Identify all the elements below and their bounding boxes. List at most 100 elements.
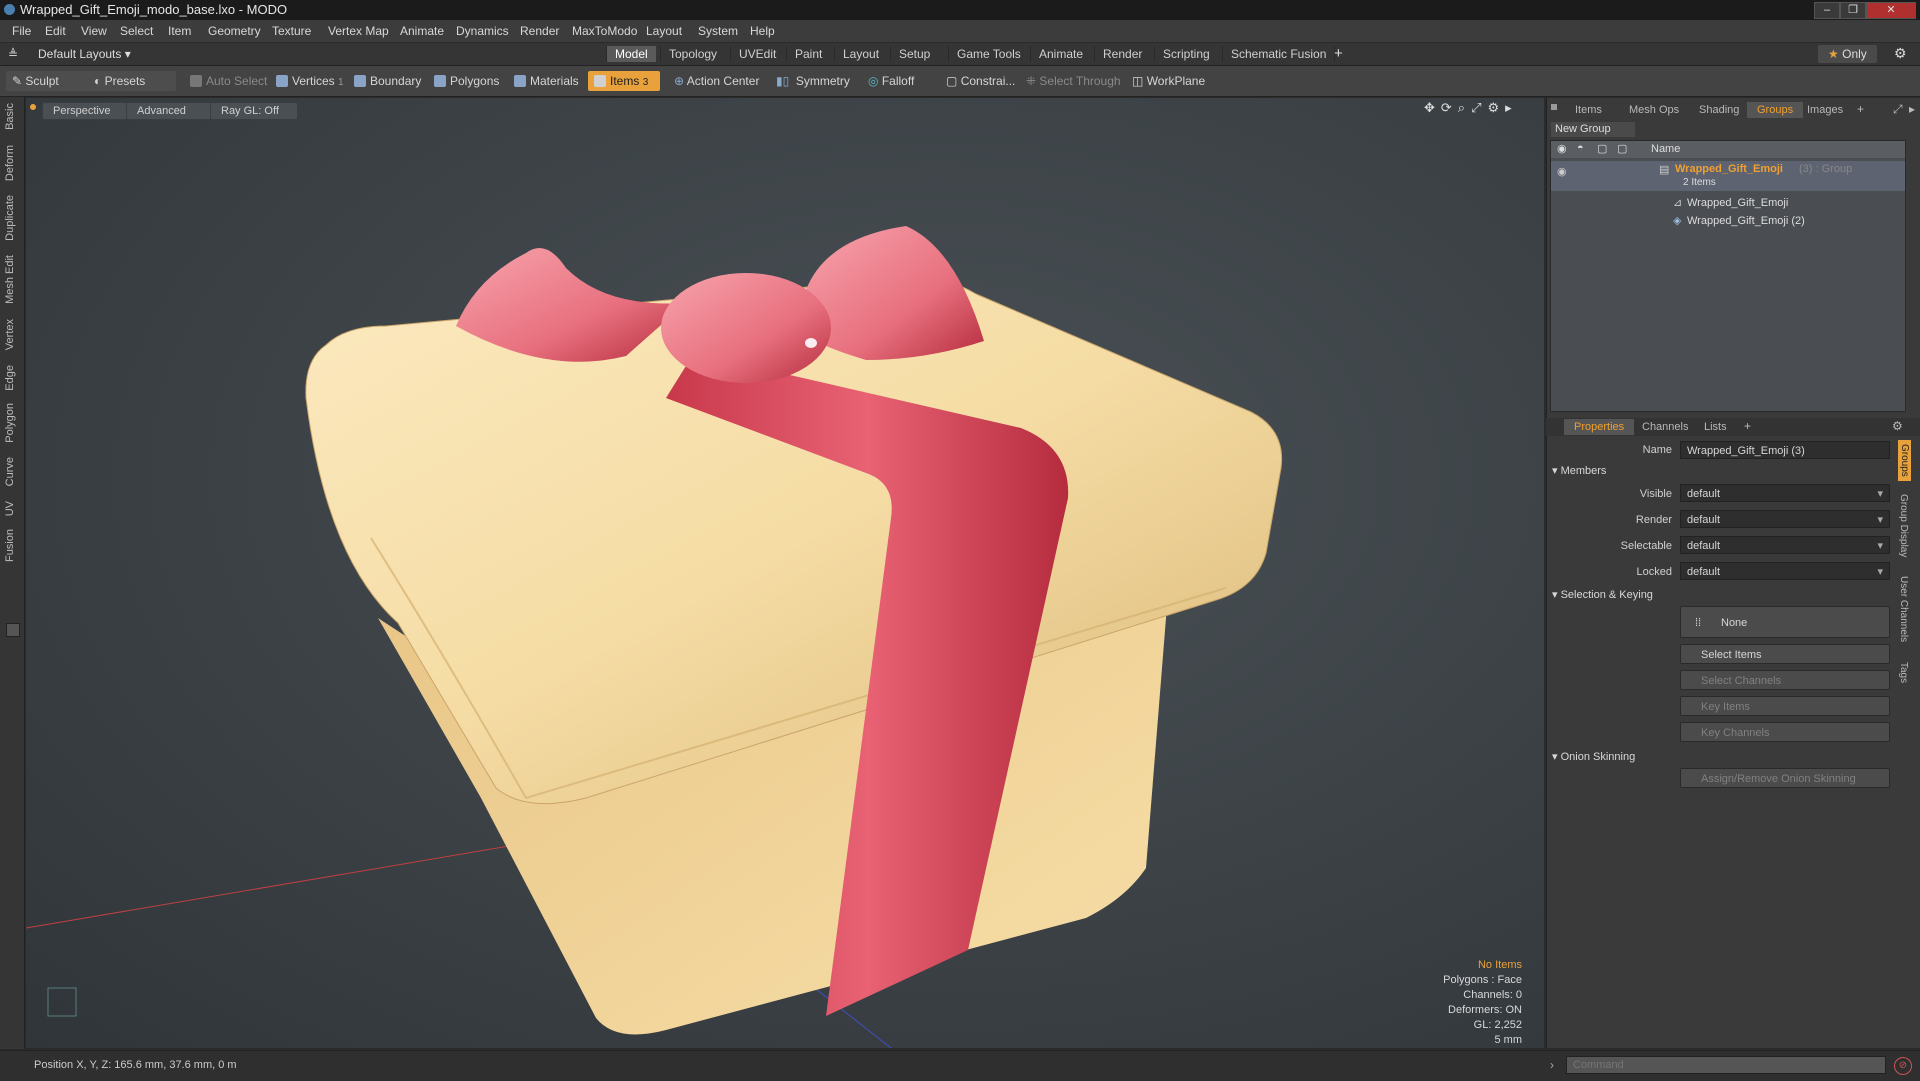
onion-skinning-button[interactable]: Assign/Remove Onion Skinning (1680, 768, 1890, 788)
tab-setup[interactable]: Setup (890, 46, 938, 62)
members-section[interactable]: ▾ Members (1552, 464, 1606, 477)
gear-icon[interactable]: ⚙ (1894, 45, 1907, 62)
eye-icon[interactable]: ◉ (1557, 142, 1567, 155)
tab-images[interactable]: Images (1797, 102, 1853, 118)
left-tab-uv[interactable]: UV (4, 501, 16, 516)
key-channels-button[interactable]: Key Channels (1680, 722, 1890, 742)
command-stop-icon[interactable]: ⊘ (1894, 1057, 1912, 1075)
layouts-dropdown[interactable]: Default Layouts ▾ (38, 47, 131, 61)
group-name[interactable]: Wrapped_Gift_Emoji (1675, 163, 1783, 175)
left-tab-curve[interactable]: Curve (4, 457, 16, 486)
panel-arrow-icon[interactable]: ▸ (1909, 102, 1915, 116)
workplane-button[interactable]: ◫ WorkPlane (1126, 71, 1211, 91)
items-button[interactable]: Items 3 (588, 71, 660, 91)
left-tab-deform[interactable]: Deform (4, 145, 16, 181)
vertices-button[interactable]: Vertices 1 (270, 71, 350, 91)
tab-layout[interactable]: Layout (834, 46, 887, 62)
tab-properties[interactable]: Properties (1564, 419, 1635, 435)
key-items-button[interactable]: Key Items (1680, 696, 1890, 716)
menu-edit[interactable]: Edit (45, 24, 66, 38)
lock-icon[interactable]: ▢ (1597, 142, 1607, 155)
menu-file[interactable]: File (12, 24, 31, 38)
visible-select[interactable]: default ▾ (1680, 484, 1890, 502)
minimize-button[interactable]: – (1814, 2, 1840, 19)
menu-dynamics[interactable]: Dynamics (456, 24, 509, 38)
select-through-button[interactable]: ⁜ Select Through (1020, 71, 1127, 91)
side-tab-group-display[interactable]: Group Display (1898, 494, 1909, 557)
falloff-button[interactable]: ◎ Falloff (862, 71, 920, 91)
visibility-toggle-icon[interactable]: ◉ (1557, 165, 1567, 178)
menu-vertex-map[interactable]: Vertex Map (328, 24, 389, 38)
expand-icon[interactable]: ⤢ (1893, 102, 1903, 117)
maximize-button[interactable]: ❐ (1840, 2, 1866, 19)
tab-mesh-ops[interactable]: Mesh Ops (1619, 102, 1689, 118)
groups-list[interactable]: ◉ ◓ ▢ ▢ Name ◉ ▤ Wrapped_Gift_Emoji (3) … (1550, 140, 1906, 412)
menu-system[interactable]: System (698, 24, 738, 38)
command-input[interactable] (1566, 1056, 1886, 1074)
menu-view[interactable]: View (81, 24, 107, 38)
panel-menu-icon[interactable] (1551, 104, 1557, 110)
side-tab-user-channels[interactable]: User Channels (1898, 576, 1909, 642)
list-item[interactable]: ⊿ Wrapped_Gift_Emoji (1551, 195, 1905, 212)
selection-keying-section[interactable]: ▾ Selection & Keying (1552, 588, 1653, 601)
materials-button[interactable]: Materials (508, 71, 585, 91)
menu-geometry[interactable]: Geometry (208, 24, 261, 38)
tab-paint[interactable]: Paint (786, 46, 830, 62)
left-tab-toggle[interactable] (6, 623, 20, 637)
left-tab-edge[interactable]: Edge (4, 365, 16, 391)
menu-animate[interactable]: Animate (400, 24, 444, 38)
add-panel-tab-icon[interactable]: + (1857, 102, 1864, 116)
add-properties-tab-icon[interactable]: + (1744, 419, 1751, 433)
name-column-header[interactable]: Name (1651, 143, 1680, 155)
tab-render[interactable]: Render (1094, 46, 1150, 62)
left-tab-mesh-edit[interactable]: Mesh Edit (4, 255, 16, 304)
tab-animate[interactable]: Animate (1030, 46, 1091, 62)
member-name[interactable]: Wrapped_Gift_Emoji (1687, 197, 1788, 209)
left-tab-duplicate[interactable]: Duplicate (4, 195, 16, 241)
menu-layout[interactable]: Layout (646, 24, 682, 38)
menu-item[interactable]: Item (168, 24, 191, 38)
boundary-button[interactable]: Boundary (348, 71, 427, 91)
symmetry-button[interactable]: ▮▯ Symmetry (770, 71, 856, 91)
left-tab-basic[interactable]: Basic (4, 103, 16, 130)
tab-game-tools[interactable]: Game Tools (948, 46, 1029, 62)
render-icon[interactable]: ◓ (1577, 142, 1584, 154)
properties-settings-icon[interactable]: ⚙ (1892, 419, 1903, 433)
tab-lists[interactable]: Lists (1694, 419, 1737, 435)
list-item-group[interactable]: ◉ ▤ Wrapped_Gift_Emoji (3) : Group 2 Ite… (1551, 161, 1905, 191)
left-tab-vertex[interactable]: Vertex (4, 319, 16, 350)
menu-select[interactable]: Select (120, 24, 153, 38)
menu-help[interactable]: Help (750, 24, 775, 38)
left-tab-polygon[interactable]: Polygon (4, 403, 16, 443)
select-items-button[interactable]: Select Items (1680, 644, 1890, 664)
tab-uvedit[interactable]: UVEdit (730, 46, 784, 62)
side-tab-groups[interactable]: Groups (1898, 440, 1911, 481)
tab-groups[interactable]: Groups (1747, 102, 1804, 118)
member-name[interactable]: Wrapped_Gift_Emoji (2) (1687, 215, 1805, 227)
onion-skinning-section[interactable]: ▾ Onion Skinning (1552, 750, 1635, 763)
locked-select[interactable]: default ▾ (1680, 562, 1890, 580)
only-toggle[interactable]: ★ Only (1818, 45, 1877, 63)
name-field[interactable]: Wrapped_Gift_Emoji (3) (1680, 441, 1890, 459)
selectable-select[interactable]: default ▾ (1680, 536, 1890, 554)
left-tab-fusion[interactable]: Fusion (4, 529, 16, 562)
tab-channels[interactable]: Channels (1632, 419, 1698, 435)
add-tab-icon[interactable]: + (1334, 45, 1343, 62)
sculpt-button[interactable]: ✎ Sculpt (6, 71, 94, 91)
list-item[interactable]: ◈ Wrapped_Gift_Emoji (2) (1551, 213, 1905, 230)
tab-model[interactable]: Model (606, 46, 656, 62)
close-button[interactable]: ✕ (1866, 2, 1916, 19)
presets-button[interactable]: ◐ Presets (88, 71, 176, 91)
tab-items[interactable]: Items (1565, 102, 1612, 118)
tab-scripting[interactable]: Scripting (1154, 46, 1218, 62)
menu-render[interactable]: Render (520, 24, 559, 38)
tab-topology[interactable]: Topology (660, 46, 725, 62)
action-center-button[interactable]: ⊕ Action Center (668, 71, 765, 91)
tab-shading[interactable]: Shading (1689, 102, 1749, 118)
constraints-button[interactable]: ▢ Constrai... (940, 71, 1021, 91)
select-icon[interactable]: ▢ (1617, 142, 1627, 155)
new-group-button[interactable]: New Group (1551, 122, 1635, 137)
select-channels-button[interactable]: Select Channels (1680, 670, 1890, 690)
none-button[interactable]: ⁞⁞ None (1680, 606, 1890, 638)
side-tab-tags[interactable]: Tags (1898, 662, 1909, 683)
